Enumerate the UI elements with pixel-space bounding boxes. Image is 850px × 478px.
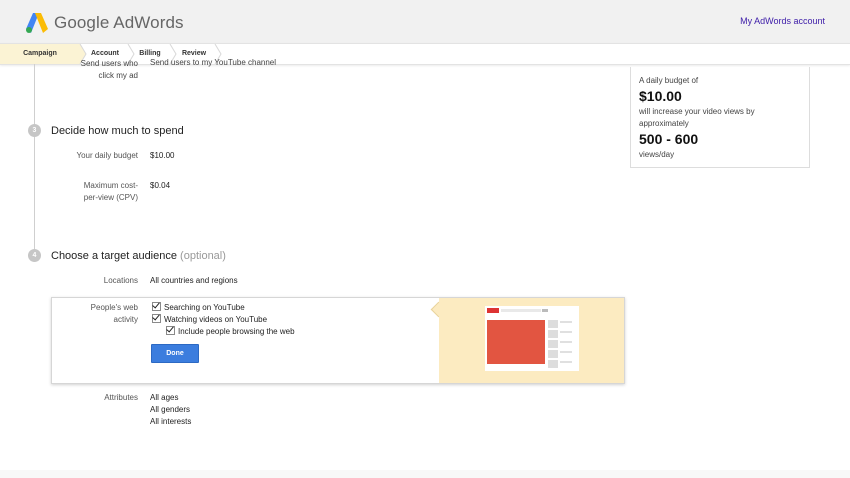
adwords-logo-icon [26, 13, 48, 33]
web-activity-label: People's web activity [52, 302, 138, 326]
budget-section-title: Decide how much to spend [51, 125, 184, 137]
attribute-genders: All genders [150, 405, 191, 414]
logo-text: Google AdWords [54, 13, 184, 32]
timeline-line [34, 64, 35, 260]
estimate-panel: A daily budget of $10.00 will increase y… [630, 67, 810, 168]
youtube-thumbnail [548, 330, 558, 338]
send-users-label: Send users who click my ad [60, 58, 138, 82]
youtube-thumbnail-text [560, 351, 572, 353]
locations-label: Locations [103, 276, 138, 285]
audience-title-text: Choose a target audience [51, 250, 177, 262]
youtube-video-player [487, 320, 545, 364]
estimate-intro: A daily budget of [639, 76, 699, 85]
youtube-thumbnail-text [560, 321, 572, 323]
estimate-line2: approximately [639, 119, 689, 128]
youtube-search-bar [501, 309, 541, 312]
step-number-4: 4 [28, 249, 41, 262]
estimate-line1: will increase your video views by [639, 107, 755, 116]
footer-strip [0, 470, 850, 478]
max-cpv-label: Maximum cost- per-view (CPV) [50, 180, 138, 204]
estimate-unit: views/day [639, 150, 675, 159]
max-cpv-value[interactable]: $0.04 [150, 180, 170, 192]
estimate-budget: $10.00 [639, 88, 682, 104]
attributes-label: Attributes [104, 393, 138, 402]
step-number-3: 3 [28, 124, 41, 137]
checkbox-checked-icon[interactable] [152, 302, 161, 311]
attributes-values[interactable]: All ages All genders All interests [150, 392, 191, 428]
daily-budget-value[interactable]: $10.00 [150, 150, 174, 162]
youtube-thumbnail-text [560, 341, 572, 343]
youtube-thumbnail [548, 360, 558, 368]
watching-youtube-option[interactable]: Watching videos on YouTube [152, 314, 267, 325]
youtube-thumbnail-text [560, 361, 572, 363]
send-users-value: Send users to my YouTube channel [150, 58, 277, 67]
browsing-web-label: Include people browsing the web [178, 327, 295, 336]
attribute-interests: All interests [150, 417, 192, 426]
youtube-logo-icon [487, 308, 499, 313]
youtube-thumbnail-text [560, 331, 572, 333]
max-cpv-label-line1: Maximum cost- [83, 181, 138, 190]
top-header: Google AdWords My AdWords account [0, 0, 850, 43]
preview-pointer [430, 301, 447, 318]
daily-budget-label: Your daily budget [76, 151, 138, 160]
optional-tag: (optional) [180, 250, 226, 262]
web-activity-label-line2: activity [113, 315, 138, 324]
youtube-page-illustration [485, 306, 579, 371]
send-users-label-line1: Send users who [80, 59, 138, 68]
locations-value[interactable]: All countries and regions [150, 275, 238, 287]
browsing-web-option[interactable]: Include people browsing the web [166, 326, 295, 337]
max-cpv-label-line2: per-view (CPV) [83, 193, 138, 202]
estimate-range: 500 - 600 [639, 131, 699, 147]
web-activity-label-line1: People's web [90, 303, 138, 312]
checkbox-checked-icon[interactable] [166, 326, 175, 335]
attribute-ages: All ages [150, 393, 179, 402]
audience-section-title: Choose a target audience (optional) [51, 250, 226, 262]
youtube-thumbnail [548, 340, 558, 348]
checkbox-checked-icon[interactable] [152, 314, 161, 323]
my-adwords-account-link[interactable]: My AdWords account [740, 16, 825, 26]
youtube-thumbnail [548, 320, 558, 328]
done-button[interactable]: Done [151, 344, 199, 363]
searching-youtube-option[interactable]: Searching on YouTube [152, 302, 245, 313]
watching-youtube-label: Watching videos on YouTube [164, 315, 268, 324]
youtube-thumbnail [548, 350, 558, 358]
youtube-preview [430, 298, 624, 383]
web-activity-panel: People's web activity Searching on YouTu… [51, 297, 625, 384]
searching-youtube-label: Searching on YouTube [164, 303, 245, 312]
youtube-search-button [542, 309, 548, 312]
send-users-label-line2: click my ad [98, 71, 138, 80]
